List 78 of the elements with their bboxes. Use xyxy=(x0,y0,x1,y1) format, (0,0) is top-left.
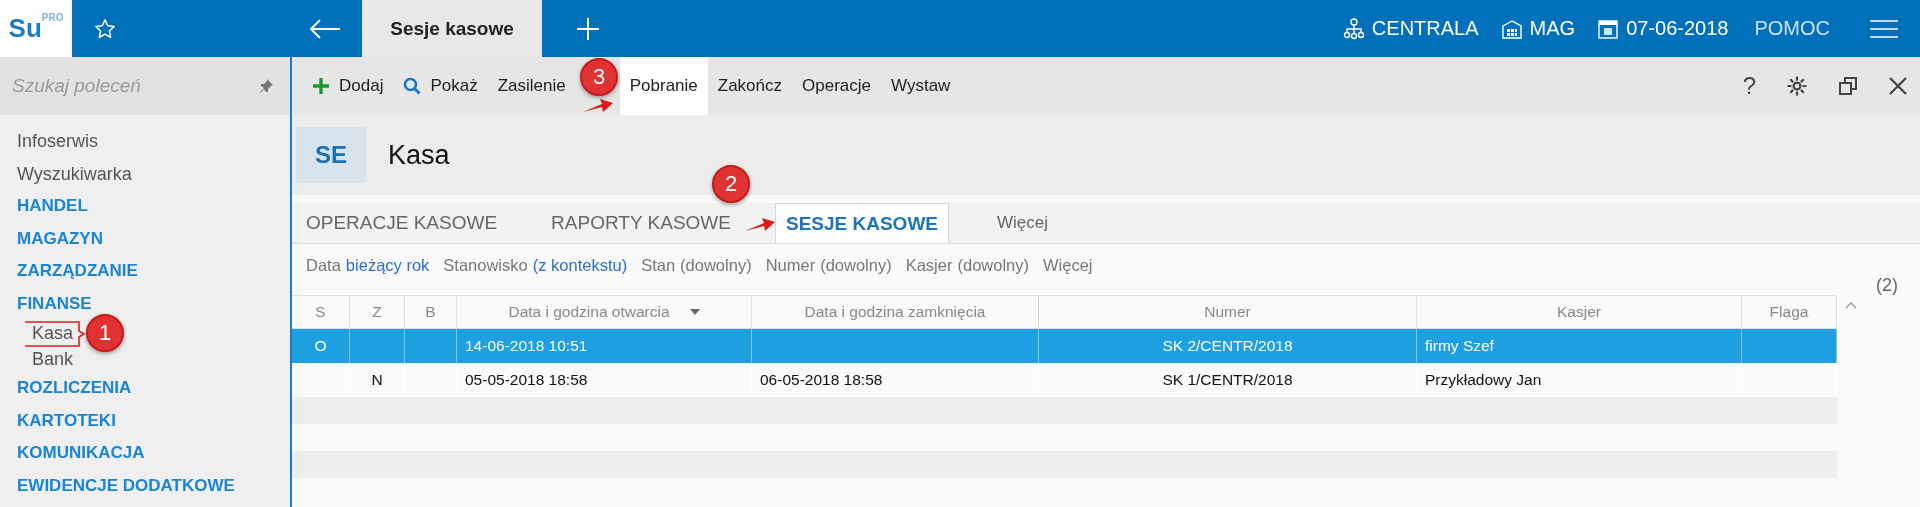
sidebar-item[interactable]: EWIDENCJE DODATKOWE xyxy=(17,469,235,502)
app-logo[interactable]: Su$^{PRO}$ xyxy=(0,0,72,57)
filter-label[interactable]: Numer xyxy=(765,256,816,275)
toolbar-button[interactable]: Pokaż xyxy=(393,57,488,115)
document-tab[interactable]: Sesje kasowe xyxy=(362,0,542,57)
top-nav-item[interactable]: 07-06-2018 xyxy=(1626,17,1729,40)
menu-icon[interactable] xyxy=(1870,18,1898,39)
sidebar-item[interactable]: KOMUNIKACJA xyxy=(17,437,145,470)
filter-label[interactable]: Stan xyxy=(641,256,676,275)
column-header[interactable]: Data i godzina zamknięcia xyxy=(752,296,1039,328)
column-header[interactable]: S xyxy=(292,296,350,328)
toolbar-button[interactable]: Zasilenie xyxy=(487,57,576,115)
close-icon[interactable] xyxy=(1888,76,1908,96)
column-header[interactable]: Numer xyxy=(1039,296,1417,328)
table-cell: 05-05-2018 18:58 xyxy=(465,371,588,389)
search-icon xyxy=(403,77,422,95)
toolbar-button[interactable]: Pobranie xyxy=(619,57,708,115)
top-nav-item[interactable]: MAG xyxy=(1529,17,1576,40)
plus-icon xyxy=(312,77,330,95)
building-icon[interactable] xyxy=(1500,17,1523,40)
table-cell: N xyxy=(371,371,383,389)
sidebar-item[interactable]: Wyszukiwarka xyxy=(17,157,132,190)
filter-value[interactable]: bieżący rok xyxy=(345,256,430,275)
tab[interactable]: SESJE KASOWE xyxy=(774,203,949,243)
table-cell: SK 2/CENTR/2018 xyxy=(1162,337,1293,355)
sidebar-item[interactable]: HANDEL xyxy=(17,190,88,223)
table-cell: SK 1/CENTR/2018 xyxy=(1162,371,1293,389)
toolbar-button[interactable]: Wystaw xyxy=(881,57,961,115)
table-cell: 06-05-2018 18:58 xyxy=(760,371,883,389)
filter-label[interactable]: Kasjer xyxy=(905,256,953,275)
filter-value[interactable]: (dowolny) xyxy=(680,256,752,275)
table-cell: 14-06-2018 10:51 xyxy=(465,337,588,355)
star-icon[interactable] xyxy=(94,17,116,40)
filter-value[interactable]: (dowolny) xyxy=(957,256,1029,275)
table-cell: firmy Szef xyxy=(1425,337,1494,355)
column-header[interactable]: Kasjer xyxy=(1417,296,1742,328)
toolbar-button[interactable]: Operacje xyxy=(792,57,881,115)
column-header[interactable]: B xyxy=(405,296,457,328)
record-count: (2) xyxy=(1876,275,1898,295)
help-button[interactable]: ? xyxy=(1742,72,1756,100)
sidebar-item[interactable]: Infoserwis xyxy=(17,125,99,158)
column-header[interactable]: Flaga xyxy=(1742,296,1837,328)
sidebar-item[interactable]: ZARZĄDZANIE xyxy=(17,255,138,288)
tab[interactable]: RAPORTY KASOWE xyxy=(541,203,741,243)
sidebar-subitem[interactable]: Kasa xyxy=(32,320,74,346)
toolbar-button[interactable]: Zakończ xyxy=(707,57,793,115)
back-arrow-icon[interactable] xyxy=(308,17,342,40)
network-icon[interactable] xyxy=(1342,17,1365,40)
sidebar-item[interactable]: KARTOTEKI xyxy=(17,404,116,437)
filter-label[interactable]: Stanowisko xyxy=(443,256,528,275)
toolbar-button[interactable]: Dodaj xyxy=(302,57,394,115)
page-title: Kasa xyxy=(388,139,450,171)
top-nav-item[interactable]: CENTRALA xyxy=(1371,17,1479,40)
callout-arrow xyxy=(744,216,776,232)
tab[interactable]: Więcej xyxy=(983,203,1062,243)
top-nav-item[interactable]: POMOC xyxy=(1754,17,1830,40)
highlight-bracket xyxy=(24,321,86,347)
table-cell: O xyxy=(314,337,327,355)
calendar-icon[interactable] xyxy=(1597,17,1620,40)
column-header[interactable]: Z xyxy=(350,296,405,328)
pin-icon[interactable] xyxy=(258,78,274,94)
plus-icon[interactable] xyxy=(576,16,600,41)
table-row[interactable]: O 14-06-2018 10:51 SK 2/CENTR/2018 firmy Szef xyxy=(292,329,1837,363)
callout-arrow xyxy=(582,97,614,113)
tab[interactable]: OPERACJE KASOWE xyxy=(296,203,508,243)
restore-window-icon[interactable] xyxy=(1838,76,1858,96)
filter-value[interactable]: (z kontekstu) xyxy=(532,256,628,275)
scroll-up-icon[interactable] xyxy=(1845,301,1857,309)
filter-value[interactable]: (dowolny) xyxy=(820,256,892,275)
sidebar-item[interactable]: MAGAZYN xyxy=(17,222,103,255)
sidebar-subitem[interactable]: Bank xyxy=(32,346,74,372)
module-badge: SE xyxy=(296,127,366,183)
filter-label[interactable]: Data xyxy=(306,256,341,275)
column-header[interactable]: Data i godzina otwarcia xyxy=(457,296,752,328)
settings-icon[interactable] xyxy=(1786,75,1808,97)
table-cell: Przykładowy Jan xyxy=(1425,371,1542,389)
more-filters-link[interactable]: Więcej xyxy=(1043,256,1093,275)
sidebar-item[interactable]: ROZLICZENIA xyxy=(17,372,132,405)
